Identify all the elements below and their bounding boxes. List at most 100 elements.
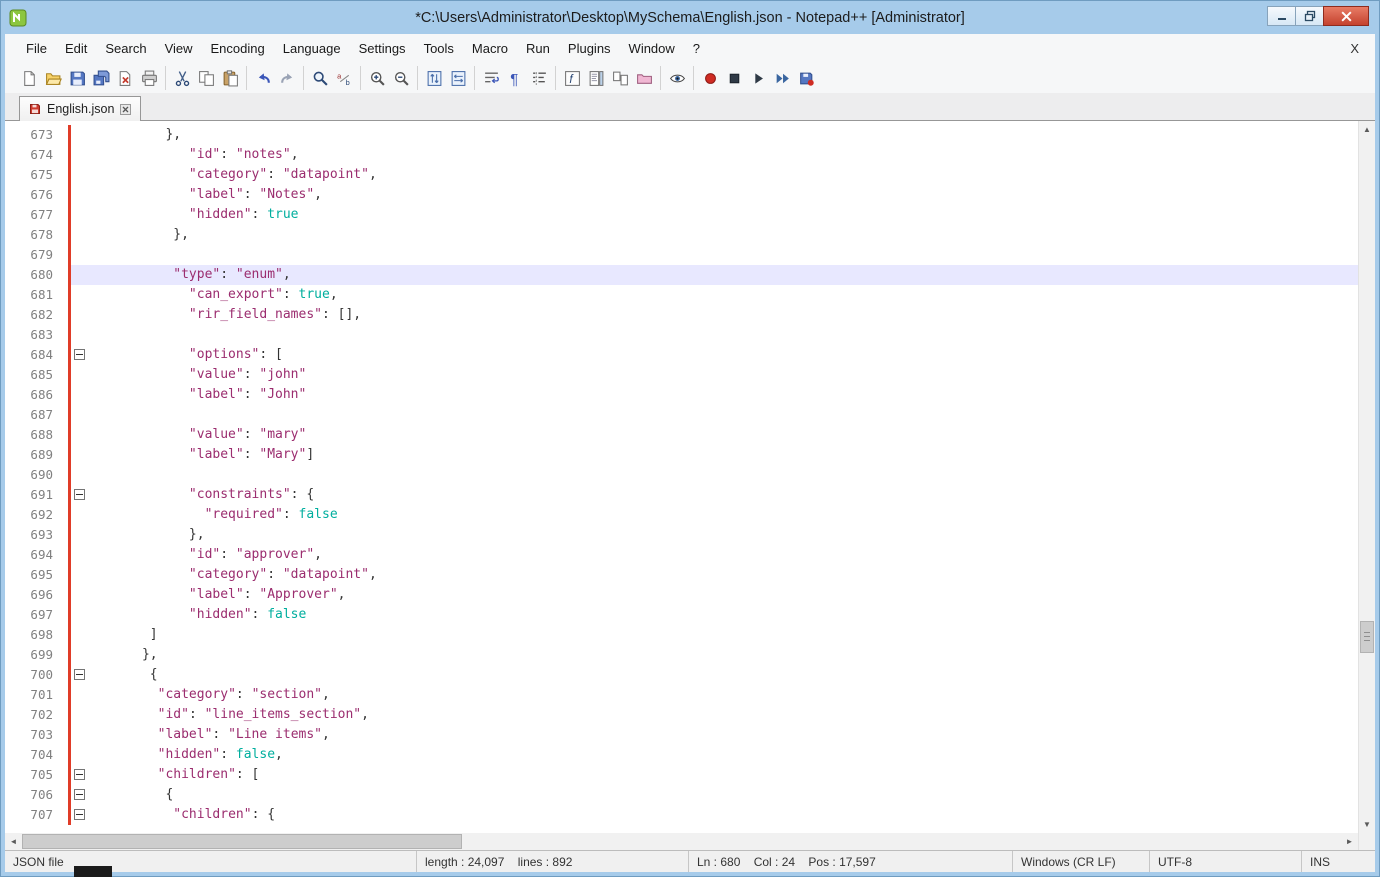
show-all-characters-button[interactable]: ¶ [503,66,527,90]
fold-margin[interactable] [71,785,89,805]
line-number[interactable]: 697 [5,605,63,625]
code-line-text[interactable] [89,245,1358,265]
line-number[interactable]: 687 [5,405,63,425]
line-number[interactable]: 674 [5,145,63,165]
code-line-text[interactable]: "required": false [89,505,1358,525]
line-number[interactable]: 673 [5,125,63,145]
line-number[interactable]: 682 [5,305,63,325]
menu-item-encoding[interactable]: Encoding [202,37,274,60]
menu-item-file[interactable]: File [17,37,56,60]
fold-margin[interactable] [71,745,89,765]
code-line-text[interactable]: "hidden": false [89,605,1358,625]
code-line-text[interactable]: "label": "Mary"] [89,445,1358,465]
save-all-button[interactable] [89,66,113,90]
line-number[interactable]: 691 [5,485,63,505]
code-line-text[interactable]: "category": "datapoint", [89,165,1358,185]
minimize-button[interactable] [1267,6,1296,26]
monitoring-eye-button[interactable] [665,66,689,90]
line-number[interactable]: 686 [5,385,63,405]
status-typing-mode[interactable]: INS [1302,851,1375,872]
fold-margin[interactable] [71,645,89,665]
line-number[interactable]: 680 [5,265,63,285]
line-number[interactable]: 701 [5,685,63,705]
fold-margin[interactable] [71,365,89,385]
line-number[interactable]: 684 [5,345,63,365]
line-number[interactable]: 700 [5,665,63,685]
menu-item-tools[interactable]: Tools [415,37,463,60]
fold-margin[interactable] [71,425,89,445]
line-number[interactable]: 705 [5,765,63,785]
fold-margin[interactable] [71,265,89,285]
code-line-text[interactable] [89,465,1358,485]
menu-item-settings[interactable]: Settings [350,37,415,60]
restore-button[interactable] [1295,6,1324,26]
fold-margin[interactable] [71,545,89,565]
status-caret-position[interactable]: Ln : 680 Col : 24 Pos : 17,597 [689,851,1013,872]
code-line-text[interactable]: { [89,665,1358,685]
code-line-text[interactable]: "value": "mary" [89,425,1358,445]
code-line-text[interactable]: "children": { [89,805,1358,825]
macro-run-multiple-button[interactable] [770,66,794,90]
fold-margin[interactable] [71,325,89,345]
scroll-down-arrow[interactable]: ▼ [1359,816,1375,833]
copy-button[interactable] [194,66,218,90]
zoom-out-button[interactable] [389,66,413,90]
scroll-up-arrow[interactable]: ▲ [1359,121,1375,138]
macro-record-button[interactable] [698,66,722,90]
status-eol-format[interactable]: Windows (CR LF) [1013,851,1150,872]
code-line-text[interactable]: "label": "John" [89,385,1358,405]
fold-margin[interactable] [71,305,89,325]
code-line-text[interactable]: "rir_field_names": [], [89,305,1358,325]
cut-button[interactable] [170,66,194,90]
fold-margin[interactable] [71,165,89,185]
fold-margin[interactable] [71,145,89,165]
fold-margin[interactable] [71,605,89,625]
code-line-text[interactable]: "value": "john" [89,365,1358,385]
folder-as-workspace-button[interactable] [632,66,656,90]
line-number[interactable]: 685 [5,365,63,385]
replace-button[interactable]: ab [332,66,356,90]
redo-button[interactable] [275,66,299,90]
line-number[interactable]: 688 [5,425,63,445]
fold-margin[interactable] [71,765,89,785]
find-button[interactable] [308,66,332,90]
fold-margin[interactable] [71,185,89,205]
code-line-text[interactable]: "hidden": true [89,205,1358,225]
line-number[interactable]: 681 [5,285,63,305]
fold-collapse-icon[interactable] [74,789,85,800]
new-file-button[interactable] [17,66,41,90]
macro-play-button[interactable] [746,66,770,90]
paste-button[interactable] [218,66,242,90]
horizontal-scrollbar[interactable]: ◄ ► [5,833,1358,850]
fold-margin[interactable] [71,205,89,225]
line-number[interactable]: 693 [5,525,63,545]
title-bar[interactable]: *C:\Users\Administrator\Desktop\MySchema… [5,1,1375,34]
fold-margin[interactable] [71,285,89,305]
code-line-text[interactable]: }, [89,225,1358,245]
close-file-button[interactable] [113,66,137,90]
tab-english-json[interactable]: English.json [19,96,141,121]
code-line-text[interactable]: "type": "enum", [89,265,1358,285]
code-line-text[interactable] [89,325,1358,345]
code-line-text[interactable]: "category": "datapoint", [89,565,1358,585]
code-line-text[interactable]: }, [89,125,1358,145]
line-number[interactable]: 695 [5,565,63,585]
fold-margin[interactable] [71,405,89,425]
line-number[interactable]: 675 [5,165,63,185]
sync-vertical-button[interactable] [422,66,446,90]
vertical-scrollbar[interactable]: ▲ ▼ [1358,121,1375,833]
code-line-text[interactable]: "category": "section", [89,685,1358,705]
menu-item-view[interactable]: View [156,37,202,60]
line-number[interactable]: 707 [5,805,63,825]
close-button[interactable] [1323,6,1369,26]
horizontal-scrollbar-thumb[interactable] [22,834,462,849]
line-number[interactable]: 702 [5,705,63,725]
line-number[interactable]: 690 [5,465,63,485]
macro-stop-button[interactable] [722,66,746,90]
line-number[interactable]: 692 [5,505,63,525]
code-line-text[interactable]: "label": "Approver", [89,585,1358,605]
menu-item-run[interactable]: Run [517,37,559,60]
indent-guide-button[interactable] [527,66,551,90]
menu-item-language[interactable]: Language [274,37,350,60]
undo-button[interactable] [251,66,275,90]
